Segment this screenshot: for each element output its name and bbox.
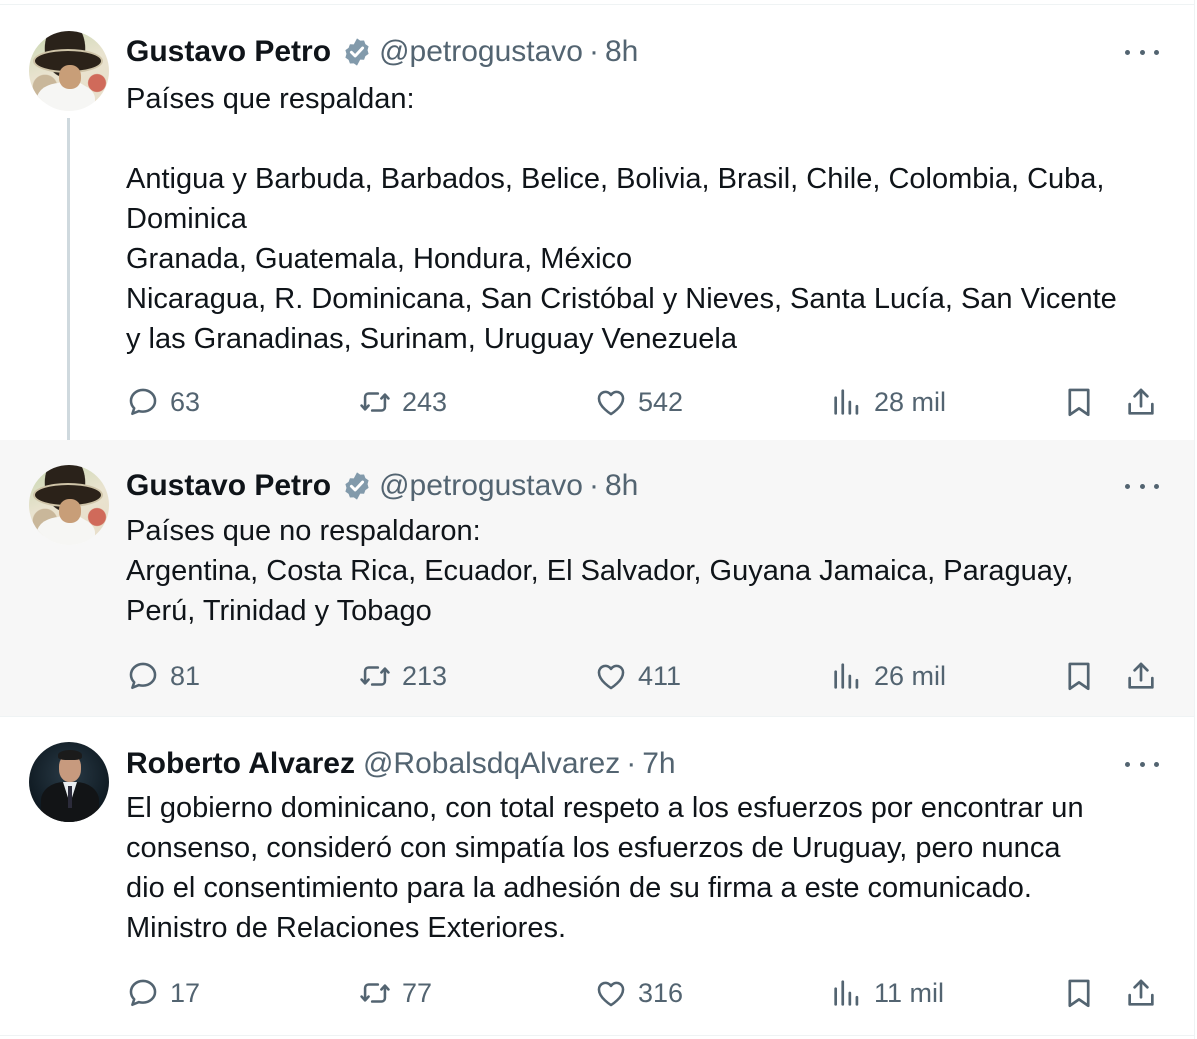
like-count: 411 bbox=[638, 660, 682, 691]
share-icon bbox=[1124, 976, 1158, 1010]
avatar-face bbox=[59, 65, 81, 89]
avatar-tie bbox=[68, 786, 72, 808]
more-icon[interactable] bbox=[1125, 476, 1159, 496]
bookmark-icon bbox=[1062, 659, 1096, 693]
bookmark-icon bbox=[1062, 385, 1096, 419]
tweet-feed: Gustavo Petro @petrogustavo · 8h Países … bbox=[0, 0, 1197, 1039]
reply-icon bbox=[126, 385, 160, 419]
thread-connector bbox=[67, 118, 70, 460]
reply-button[interactable]: 63 bbox=[126, 382, 200, 422]
reply-icon bbox=[126, 976, 160, 1010]
bookmark-icon bbox=[1062, 976, 1096, 1010]
verified-badge-icon bbox=[341, 36, 373, 68]
repost-count: 213 bbox=[402, 660, 448, 691]
separator-dot: · bbox=[626, 747, 637, 780]
author-name[interactable]: Gustavo Petro bbox=[126, 34, 331, 70]
avatar-face bbox=[59, 499, 81, 523]
bookmark-button[interactable] bbox=[1062, 656, 1096, 696]
tweet-2[interactable]: Gustavo Petro @petrogustavo · 8h Países … bbox=[0, 440, 1194, 716]
reply-count: 17 bbox=[170, 977, 201, 1008]
tweet-text: El gobierno dominicano, con total respet… bbox=[126, 792, 1084, 944]
top-divider bbox=[0, 4, 1194, 5]
share-button[interactable] bbox=[1124, 656, 1158, 696]
repost-count: 77 bbox=[402, 977, 433, 1008]
repost-button[interactable]: 243 bbox=[358, 382, 447, 422]
reply-count: 63 bbox=[170, 386, 201, 417]
author-handle[interactable]: @petrogustavo bbox=[379, 34, 583, 70]
views-button[interactable]: 11 mil bbox=[830, 973, 944, 1013]
repost-button[interactable]: 213 bbox=[358, 656, 447, 696]
share-button[interactable] bbox=[1124, 382, 1158, 422]
bookmark-button[interactable] bbox=[1062, 382, 1096, 422]
views-button[interactable]: 28 mil bbox=[830, 382, 946, 422]
tweet-text: Países que no respaldaron: Argentina, Co… bbox=[126, 515, 1074, 627]
reply-count: 81 bbox=[170, 660, 201, 691]
avatar[interactable] bbox=[29, 465, 109, 545]
share-icon bbox=[1124, 659, 1158, 693]
tweet-actions: 17 77 316 11 mil bbox=[126, 973, 1166, 1013]
timestamp[interactable]: 8h bbox=[605, 468, 638, 504]
views-count: 11 mil bbox=[874, 977, 945, 1008]
separator-dot: · bbox=[588, 35, 599, 68]
heart-icon bbox=[594, 976, 628, 1010]
like-count: 316 bbox=[638, 977, 684, 1008]
tweet-header: Gustavo Petro @petrogustavo · 8h bbox=[126, 34, 638, 70]
reply-icon bbox=[126, 659, 160, 693]
more-icon[interactable] bbox=[1125, 754, 1159, 774]
heart-icon bbox=[594, 385, 628, 419]
bookmark-button[interactable] bbox=[1062, 973, 1096, 1013]
reply-button[interactable]: 17 bbox=[126, 973, 200, 1013]
timestamp[interactable]: 8h bbox=[605, 34, 638, 70]
author-handle[interactable]: @petrogustavo bbox=[379, 468, 583, 504]
tweet-1[interactable]: Gustavo Petro @petrogustavo · 8h Países … bbox=[0, 6, 1194, 440]
avatar-hair bbox=[58, 750, 82, 760]
views-button[interactable]: 26 mil bbox=[830, 656, 946, 696]
repost-icon bbox=[358, 976, 392, 1010]
reply-button[interactable]: 81 bbox=[126, 656, 200, 696]
author-handle[interactable]: @RobalsdqAlvarez bbox=[363, 746, 620, 782]
like-button[interactable]: 411 bbox=[594, 656, 681, 696]
views-count: 28 mil bbox=[874, 386, 947, 417]
views-icon bbox=[830, 976, 864, 1010]
more-icon[interactable] bbox=[1125, 42, 1159, 62]
tweet-actions: 81 213 411 26 mil bbox=[126, 656, 1166, 696]
tweet-header: Roberto Alvarez @RobalsdqAlvarez · 7h bbox=[126, 746, 676, 782]
author-name[interactable]: Roberto Alvarez bbox=[126, 746, 355, 782]
views-icon bbox=[830, 385, 864, 419]
repost-icon bbox=[358, 385, 392, 419]
tweet-actions: 63 243 542 28 mil bbox=[126, 382, 1166, 422]
timestamp[interactable]: 7h bbox=[642, 746, 675, 782]
repost-button[interactable]: 77 bbox=[358, 973, 432, 1013]
tweet-3[interactable]: Roberto Alvarez @RobalsdqAlvarez · 7h El… bbox=[0, 717, 1194, 1035]
tweet-text: Países que respaldan: Antigua y Barbuda,… bbox=[126, 83, 1117, 355]
tweet-header: Gustavo Petro @petrogustavo · 8h bbox=[126, 468, 638, 504]
tweet-divider bbox=[0, 1035, 1194, 1036]
repost-count: 243 bbox=[402, 386, 448, 417]
heart-icon bbox=[594, 659, 628, 693]
separator-dot: · bbox=[588, 469, 599, 502]
author-name[interactable]: Gustavo Petro bbox=[126, 468, 331, 504]
verified-badge-icon bbox=[341, 470, 373, 502]
avatar[interactable] bbox=[29, 31, 109, 111]
repost-icon bbox=[358, 659, 392, 693]
like-button[interactable]: 542 bbox=[594, 382, 683, 422]
avatar[interactable] bbox=[29, 742, 109, 822]
views-count: 26 mil bbox=[874, 660, 947, 691]
share-icon bbox=[1124, 385, 1158, 419]
views-icon bbox=[830, 659, 864, 693]
like-count: 542 bbox=[638, 386, 684, 417]
right-divider bbox=[1194, 0, 1195, 1039]
share-button[interactable] bbox=[1124, 973, 1158, 1013]
like-button[interactable]: 316 bbox=[594, 973, 683, 1013]
